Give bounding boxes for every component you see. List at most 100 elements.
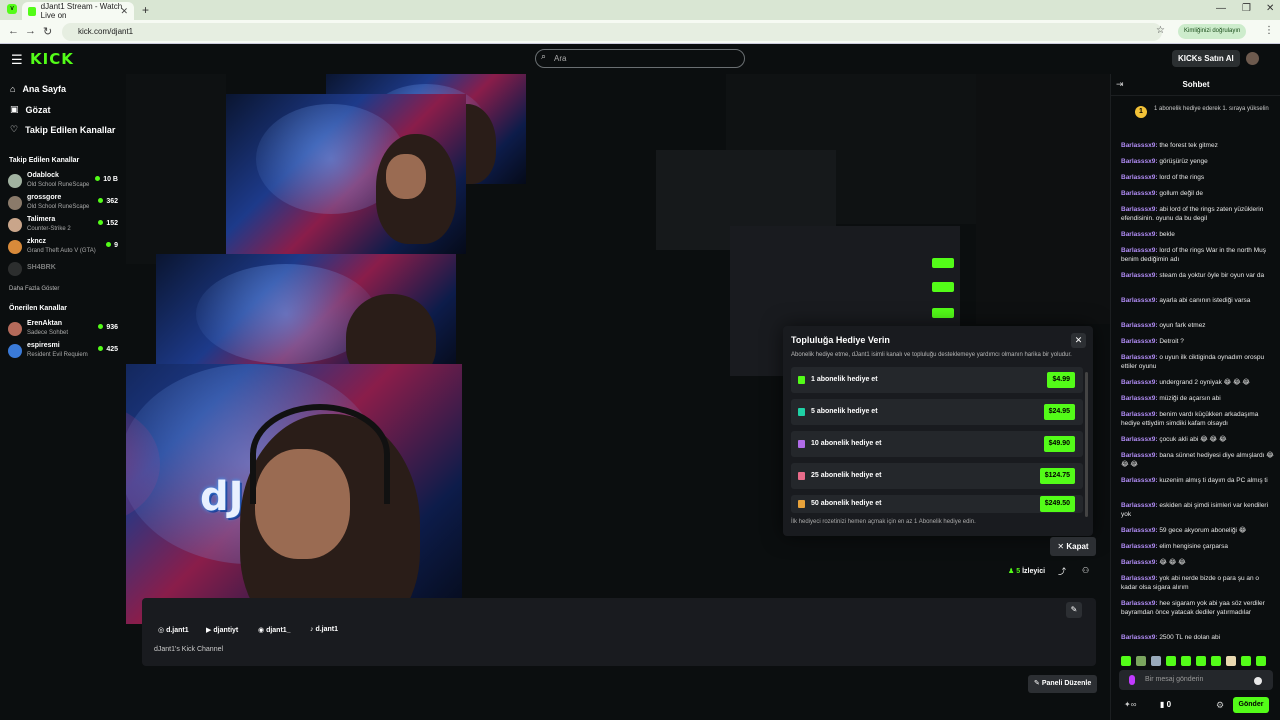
social-discord[interactable]: ◉ djant1_ [258,626,291,634]
minimize-icon[interactable]: — [1216,3,1226,14]
social-youtube[interactable]: ▶ djantiyt [206,626,238,634]
auth-button[interactable]: Kimliğinizi doğrulayın [1178,24,1247,39]
channel-points-icon[interactable]: ✦∞ [1124,700,1136,709]
sidebar-channel-espiresmi[interactable]: espiresmi Resident Evil Requiem 425 [8,340,122,362]
window-close-icon[interactable]: ✕ [1266,3,1274,14]
chat-username[interactable]: Barlasssx9: [1121,158,1158,165]
nav-browse[interactable]: ▣ Gözat [10,104,51,115]
send-button[interactable]: Gönder [1233,697,1269,713]
gift-price-button[interactable]: $124.75 [1039,468,1075,484]
buy-kicks-button[interactable]: KICKs Satın Al [1172,50,1240,67]
channel-game: Old School RuneScape [27,204,90,210]
chat-username[interactable]: Barlasssx9: [1121,543,1158,550]
url-field[interactable]: kick.com/djant1 [62,23,1162,41]
chat-text: oyun fark etmez [1159,322,1206,329]
pinned-gift-message: 1 abonelik hediye ederek 1. sıraya yükse… [1154,106,1269,112]
chat-username[interactable]: Barlasssx9: [1121,206,1158,213]
bookmark-star-icon[interactable]: ☆ [1156,25,1165,36]
chat-username[interactable]: Barlasssx9: [1121,354,1158,361]
chat-username[interactable]: Barlasssx9: [1121,338,1158,345]
emote-icon[interactable] [1241,656,1251,666]
video-player[interactable]: dJant [126,364,462,624]
chat-username[interactable]: Barlasssx9: [1121,559,1158,566]
search-input[interactable]: Ara [535,49,745,68]
emote-icon[interactable] [1136,656,1146,666]
gift-row-25[interactable]: 25 abonelik hediye et $124.75 [791,463,1083,489]
emoji-icon[interactable] [1254,677,1262,685]
close-modal-button[interactable]: ✕ Kapat [1050,537,1096,556]
chat-username[interactable]: Barlasssx9: [1121,174,1158,181]
nav-home[interactable]: ⌂ Ana Sayfa [10,84,66,94]
chat-username[interactable]: Barlasssx9: [1121,142,1158,149]
chat-username[interactable]: Barlasssx9: [1121,247,1158,254]
gift-row-10[interactable]: 10 abonelik hediye et $49.90 [791,431,1083,457]
back-icon[interactable]: ← [8,25,19,37]
channel-avatar [8,262,22,276]
chat-username[interactable]: Barlasssx9: [1121,436,1158,443]
gift-row-1[interactable]: 1 abonelik hediye et $4.99 [791,367,1083,393]
sidebar: ⌂ Ana Sayfa ▣ Gözat ♡ Takip Edilen Kanal… [0,74,126,720]
browser-tab[interactable]: dJant1 Stream - Watch Live on ✕ [22,2,134,20]
forward-icon[interactable]: → [25,25,36,37]
emote-icon[interactable] [1151,656,1161,666]
chat-username[interactable]: Barlasssx9: [1121,477,1158,484]
show-more-link[interactable]: Daha Fazla Göster [9,286,59,292]
reload-icon[interactable]: ↻ [43,25,52,38]
tab-close-icon[interactable]: ✕ [120,6,128,17]
browser-menu-icon[interactable]: ⋮ [1264,25,1274,36]
gift-price-button[interactable]: $4.99 [1047,372,1075,388]
pencil-icon[interactable]: ✎ [1066,602,1082,618]
chat-username[interactable]: Barlasssx9: [1121,600,1158,607]
gift-row-50[interactable]: 50 abonelik hediye et $249.50 [791,495,1083,513]
kick-logo[interactable]: KICK [30,50,74,68]
emote-icon[interactable] [1181,656,1191,666]
sidebar-channel-erenaktan[interactable]: ErenAktan Sadece Sohbet 936 [8,318,122,340]
gift-row-5[interactable]: 5 abonelik hediye et $24.95 [791,399,1083,425]
chat-username[interactable]: Barlasssx9: [1121,575,1158,582]
emote-icon[interactable] [1166,656,1176,666]
emote-icon[interactable] [1211,656,1221,666]
sidebar-channel-zkncz[interactable]: zkncz Grand Theft Auto V (GTA) 9 [8,236,122,258]
emote-icon[interactable] [1256,656,1266,666]
modal-close-icon[interactable]: ✕ [1071,333,1086,348]
user-avatar[interactable] [1246,52,1259,65]
share-icon[interactable]: ⤴ [1058,566,1066,577]
chat-message: Barlasssx9: hee sigaram yok abi yaa söz … [1121,599,1276,617]
chat-username[interactable]: Barlasssx9: [1121,527,1158,534]
chat-username[interactable]: Barlasssx9: [1121,322,1158,329]
chat-username[interactable]: Barlasssx9: [1121,190,1158,197]
emote-icon[interactable] [1226,656,1236,666]
chat-username[interactable]: Barlasssx9: [1121,231,1158,238]
emote-icon[interactable] [1196,656,1206,666]
microphone-icon[interactable] [1129,675,1135,685]
chat-username[interactable]: Barlasssx9: [1121,452,1158,459]
tab-search-icon[interactable]: ∨ [7,4,17,14]
modal-scrollbar[interactable] [1085,372,1088,517]
chat-username[interactable]: Barlasssx9: [1121,379,1158,386]
nav-following[interactable]: ♡ Takip Edilen Kanallar [10,124,115,135]
chat-username[interactable]: Barlasssx9: [1121,272,1158,279]
channel-avatar [8,322,22,336]
chat-username[interactable]: Barlasssx9: [1121,634,1158,641]
chat-username[interactable]: Barlasssx9: [1121,297,1158,304]
chat-message-input[interactable]: Bir mesaj gönderin [1119,670,1273,690]
gift-price-button[interactable]: $49.90 [1043,436,1075,452]
chat-username[interactable]: Barlasssx9: [1121,395,1158,402]
restore-icon[interactable]: ❐ [1242,3,1251,14]
chat-username[interactable]: Barlasssx9: [1121,411,1158,418]
chat-username[interactable]: Barlasssx9: [1121,502,1158,509]
new-tab-icon[interactable]: + [142,3,149,17]
social-instagram[interactable]: ◎ d.jant1 [158,626,189,634]
sidebar-channel-odablock[interactable]: Odablock Old School RuneScape 10 B [8,170,122,192]
social-tiktok[interactable]: ♪ d.jant1 [310,626,338,633]
sidebar-channel-talimera[interactable]: Talimera Counter-Strike 2 152 [8,214,122,236]
edit-panel-button[interactable]: ✎ Paneli Düzenle [1028,675,1098,693]
sidebar-channel-offline[interactable]: SH4BRK [8,258,122,280]
hamburger-menu-icon[interactable]: ☰ [11,52,23,68]
follow-user-icon[interactable]: ⚇ [1082,566,1089,575]
gift-price-button[interactable]: $249.50 [1039,496,1075,512]
emote-icon[interactable] [1121,656,1131,666]
gift-price-button[interactable]: $24.95 [1043,404,1075,420]
sidebar-channel-grossgore[interactable]: grossgore Old School RuneScape 362 [8,192,122,214]
chat-settings-icon[interactable]: ⚙ [1216,700,1224,711]
